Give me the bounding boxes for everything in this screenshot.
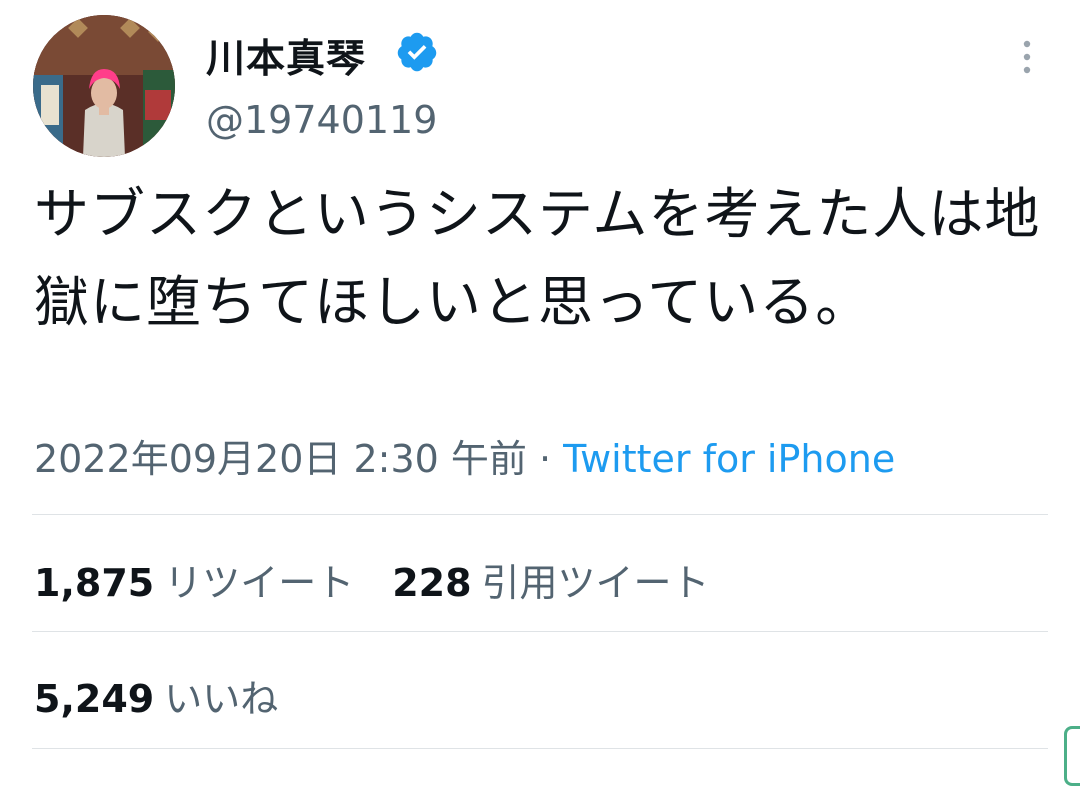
like-label: いいね [164,677,279,721]
divider [32,748,1048,749]
divider [32,514,1048,515]
more-vertical-icon[interactable] [1012,38,1042,78]
verified-badge-icon [397,32,437,72]
tweet-header: 川本真琴 @19740119 [0,0,1080,160]
display-name[interactable]: 川本真琴 [206,28,366,84]
retweets-stat[interactable]: 1,875 リツイート [34,561,354,605]
quotes-stat[interactable]: 228 引用ツイート [392,561,709,605]
likes-stats-row: 5,249 いいね [34,668,278,723]
tweet-source-link[interactable]: Twitter for iPhone [563,437,895,481]
quote-label: 引用ツイート [481,561,710,605]
tweet-timestamp[interactable]: 2022年09月20日 2:30 午前 [34,437,527,481]
likes-stat[interactable]: 5,249 いいね [34,677,278,721]
retweet-stats-row: 1,875 リツイート 228 引用ツイート [34,552,710,607]
tweet-text: サブスクというシステムを考えた人は地獄に堕ちてほしいと思っている。 [34,182,1041,334]
divider [32,631,1048,632]
quote-count: 228 [392,561,472,605]
user-handle[interactable]: @19740119 [206,98,437,142]
avatar-image [33,15,175,157]
retweet-label: リツイート [164,561,355,605]
avatar[interactable] [33,15,175,157]
retweet-count: 1,875 [34,561,155,605]
like-count: 5,249 [34,677,155,721]
edge-drag-handle[interactable] [1064,726,1080,786]
meta-separator: · [526,437,564,481]
tweet-meta: 2022年09月20日 2:30 午前 · Twitter for iPhone [34,428,895,483]
